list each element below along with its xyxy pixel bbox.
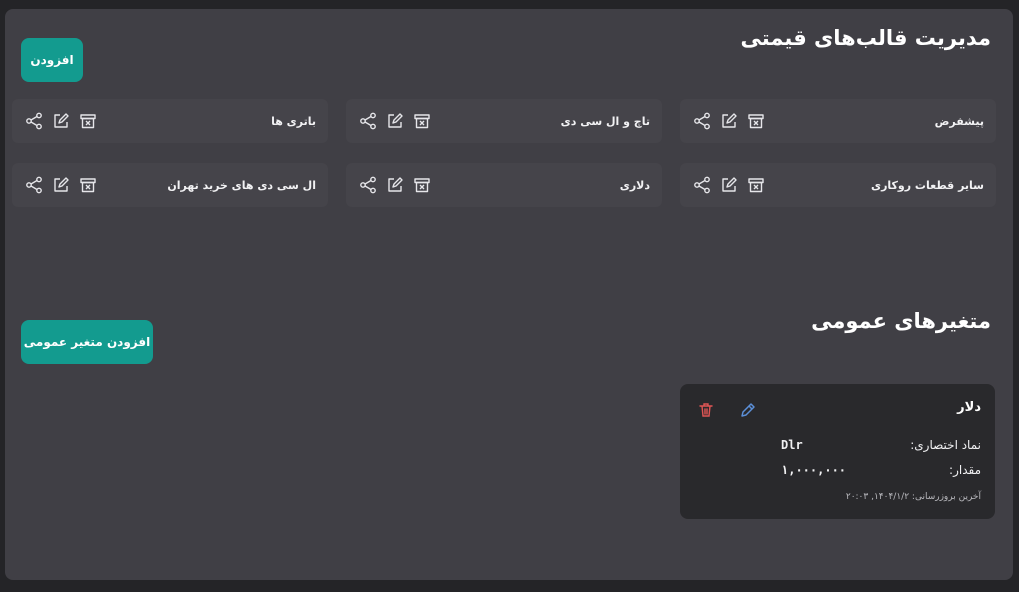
variable-value-row: مقدار: ۱,۰۰۰,۰۰۰ [781, 463, 981, 477]
share-icon[interactable] [692, 175, 712, 195]
template-actions [358, 175, 432, 195]
share-icon[interactable] [358, 175, 378, 195]
edit-icon[interactable] [385, 175, 405, 195]
template-card[interactable]: پیشفرض [680, 99, 996, 143]
template-actions [692, 175, 766, 195]
template-name: تاچ و ال سی دی [560, 114, 650, 128]
add-variable-button[interactable]: افزودن متغیر عمومی [21, 320, 153, 364]
template-actions [358, 111, 432, 131]
template-card[interactable]: تاچ و ال سی دی [346, 99, 662, 143]
value-label: مقدار: [949, 463, 981, 477]
template-actions [692, 111, 766, 131]
variable-actions [696, 400, 758, 420]
template-card[interactable]: دلاری [346, 163, 662, 207]
variable-symbol-row: نماد اختصاری: Dlr [781, 438, 981, 452]
template-name: دلاری [619, 178, 650, 192]
edit-icon[interactable] [719, 111, 739, 131]
value-amount: ۱,۰۰۰,۰۰۰ [781, 463, 847, 477]
variable-card: دلار نماد اختصاری: Dlr مقدار: ۱,۰۰۰,۰۰۰ … [680, 384, 995, 519]
variable-name: دلار [957, 400, 981, 415]
edit-icon[interactable] [385, 111, 405, 131]
template-name: ال سی دی های خرید تهران [167, 178, 316, 192]
template-name: سایر قطعات روکاری [870, 178, 984, 192]
edit-icon[interactable] [719, 175, 739, 195]
add-template-button[interactable]: افزودن [21, 38, 83, 82]
template-actions [24, 175, 98, 195]
last-updated: آخرین بروزرسانی: ۱۴۰۴/۱/۲, ۲۰:۰۳ [845, 492, 981, 502]
symbol-value: Dlr [781, 438, 803, 452]
share-icon[interactable] [358, 111, 378, 131]
template-card[interactable]: ال سی دی های خرید تهران [12, 163, 328, 207]
pencil-icon[interactable] [738, 400, 758, 420]
archive-icon[interactable] [746, 111, 766, 131]
archive-icon[interactable] [412, 175, 432, 195]
share-icon[interactable] [24, 111, 44, 131]
template-name: باتری ها [271, 114, 316, 128]
archive-icon[interactable] [78, 111, 98, 131]
archive-icon[interactable] [746, 175, 766, 195]
variables-title: متغیرهای عمومی [811, 309, 991, 333]
archive-icon[interactable] [78, 175, 98, 195]
template-card[interactable]: سایر قطعات روکاری [680, 163, 996, 207]
symbol-label: نماد اختصاری: [910, 438, 981, 452]
share-icon[interactable] [24, 175, 44, 195]
template-card[interactable]: باتری ها [12, 99, 328, 143]
edit-icon[interactable] [51, 111, 71, 131]
trash-icon[interactable] [696, 400, 716, 420]
share-icon[interactable] [692, 111, 712, 131]
template-name: پیشفرض [934, 114, 984, 128]
templates-title: مدیریت قالب‌های قیمتی [740, 26, 991, 50]
archive-icon[interactable] [412, 111, 432, 131]
edit-icon[interactable] [51, 175, 71, 195]
template-actions [24, 111, 98, 131]
